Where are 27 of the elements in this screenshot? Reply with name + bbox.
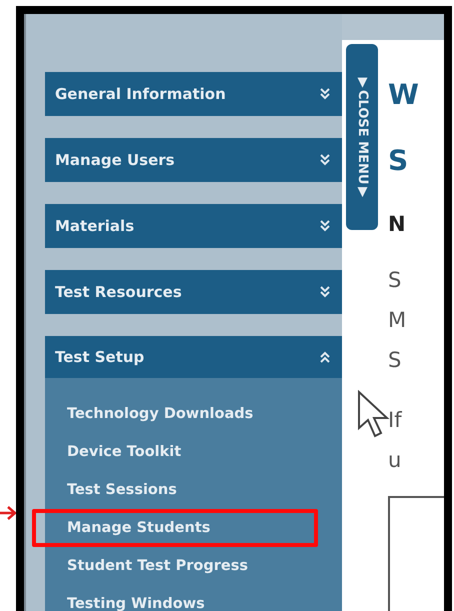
menu-item[interactable]: Technology Downloads [32,395,318,433]
content-text: S [388,143,410,179]
content-text: W [388,77,420,113]
menu-section-header[interactable]: Test Resources [45,270,342,314]
content-text: u [388,447,402,474]
menu-item[interactable]: Test Sessions [32,471,318,509]
menu-item[interactable]: Testing Windows [32,585,318,611]
pointer-arrow [0,505,18,521]
chevron-down-icon [320,286,330,298]
close-menu-tab[interactable]: ▼CLOSE MENU▼ [346,44,378,230]
menu-section-header[interactable]: General Information [45,72,342,116]
cursor-icon [357,390,391,440]
chevron-down-icon [320,154,330,166]
content-text: If [388,407,403,434]
content-text: S [388,267,402,294]
menu-item[interactable]: Manage Students [32,509,318,547]
menu-item[interactable]: Device Toolkit [32,433,318,471]
chevron-up-icon [320,351,330,363]
menu-section-header[interactable]: Manage Users [45,138,342,182]
menu-item[interactable]: Student Test Progress [32,547,318,585]
content-text: N [388,211,407,238]
content-text: S [388,347,402,374]
menu-section-header[interactable]: Materials [45,204,342,248]
content-text: M [388,307,408,334]
menu-section-header[interactable]: Test Setup [45,336,342,378]
chevron-down-icon [320,220,330,232]
chevron-down-icon [320,88,330,100]
